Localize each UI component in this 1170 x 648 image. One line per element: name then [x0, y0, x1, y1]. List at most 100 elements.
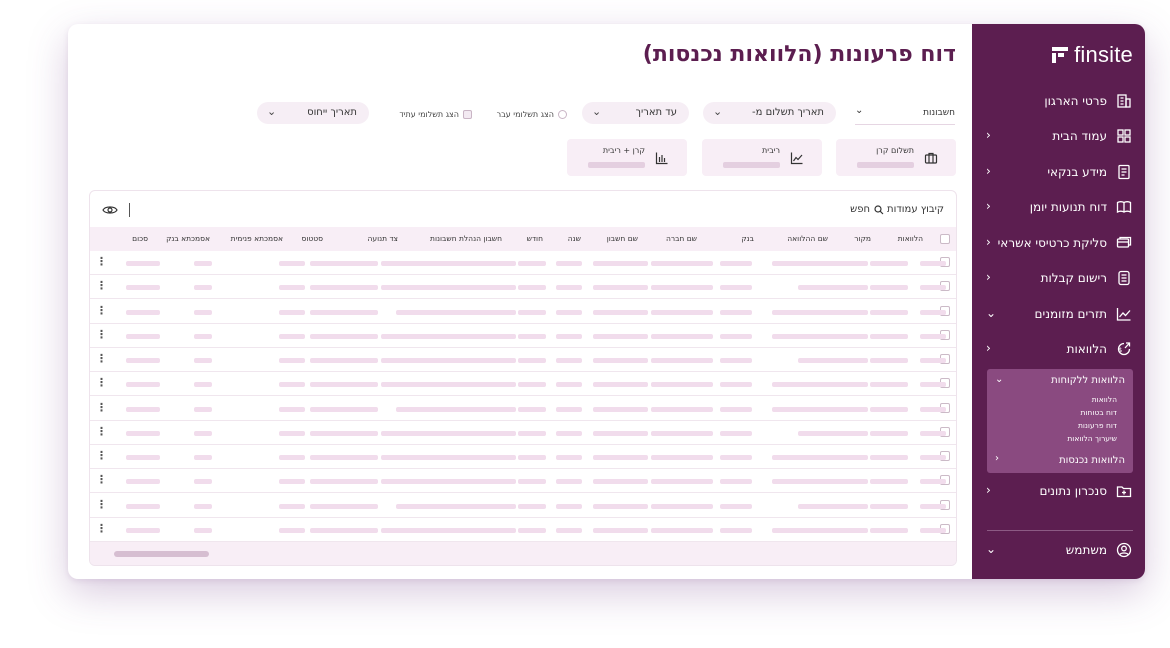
row-menu-icon[interactable]: ⋮	[96, 255, 107, 268]
search-button[interactable]: חפש	[850, 204, 884, 215]
cell-placeholder	[720, 479, 752, 485]
col-bank[interactable]: בנק	[741, 234, 754, 243]
cell-placeholder	[556, 430, 582, 436]
cell-placeholder	[593, 430, 648, 436]
row-menu-icon[interactable]: ⋮	[96, 498, 107, 511]
row-menu-icon[interactable]: ⋮	[96, 352, 107, 365]
sidebar-item-org-details[interactable]: פרטי הארגון	[972, 89, 1145, 113]
sidebar-item-home[interactable]: עמוד הבית ‹	[972, 124, 1145, 148]
table-row[interactable]: ⋮	[90, 348, 956, 372]
row-menu-icon[interactable]: ⋮	[96, 328, 107, 341]
col-loan-name[interactable]: שם ההלוואה	[787, 234, 828, 243]
cell-placeholder	[310, 503, 378, 509]
kpi-interest: ריבית	[702, 139, 822, 176]
row-menu-icon[interactable]: ⋮	[96, 376, 107, 389]
col-bookkeeping-account[interactable]: חשבון הנהלת חשבונות	[430, 234, 502, 243]
submenu-loans-to-customers[interactable]: הלוואות ללקוחות	[1051, 375, 1125, 386]
row-menu-icon[interactable]: ⋮	[96, 425, 107, 438]
row-menu-icon[interactable]: ⋮	[96, 449, 107, 462]
table-row[interactable]: ⋮	[90, 469, 956, 494]
group-columns-button[interactable]: קיבוץ עמודות	[887, 204, 944, 215]
cell-placeholder	[279, 261, 305, 266]
sidebar-item-cashflow[interactable]: תזרים מזומנים ⌄	[972, 302, 1145, 326]
cell-placeholder	[279, 358, 305, 363]
cell-placeholder	[518, 358, 546, 363]
cell-placeholder	[720, 430, 752, 436]
accounts-select[interactable]: חשבונות ⌄	[855, 103, 955, 125]
table-row[interactable]: ⋮	[90, 324, 956, 348]
sidebar-item-journal-report[interactable]: דוח תנועות יומן ‹	[972, 195, 1145, 219]
payment-date-from-select[interactable]: תאריך תשלום מ- ⌄	[703, 102, 836, 124]
cell-placeholder	[651, 455, 713, 460]
show-future-payments-checkbox[interactable]: הצג תשלומי עתיד	[399, 107, 472, 121]
table-row[interactable]: ⋮	[90, 518, 956, 542]
submenu-link-repayment-report[interactable]: דוח פרעונות	[1078, 421, 1117, 430]
row-menu-icon[interactable]: ⋮	[96, 473, 107, 486]
table-row[interactable]: ⋮	[90, 397, 956, 421]
table-row[interactable]: ⋮	[90, 300, 956, 324]
row-menu-icon[interactable]: ⋮	[96, 279, 107, 292]
cell-placeholder	[651, 285, 713, 291]
cell-placeholder	[920, 382, 946, 388]
cell-placeholder	[126, 358, 160, 363]
show-past-payments-toggle[interactable]: הצג תשלומי עבר	[497, 107, 567, 121]
app-window: finsite פרטי הארגון עמוד הבית ‹ מידע בנק…	[68, 24, 1145, 579]
cell-placeholder	[920, 430, 946, 436]
cell-placeholder	[126, 455, 160, 460]
horizontal-scrollbar[interactable]	[114, 551, 209, 557]
cell-placeholder	[381, 285, 516, 291]
cell-placeholder	[310, 527, 378, 533]
col-loans[interactable]: הלוואות	[898, 234, 923, 243]
row-menu-icon[interactable]: ⋮	[96, 304, 107, 317]
sidebar-item-card-clearing[interactable]: סליקת כרטיסי אשראי ‹	[972, 231, 1145, 255]
col-month[interactable]: חודש	[527, 234, 543, 243]
cell-placeholder	[279, 527, 305, 533]
col-status[interactable]: סטטוס	[301, 234, 323, 243]
cell-placeholder	[651, 309, 713, 315]
submenu-link-loan-valuation[interactable]: שיערוך הלוואות	[1067, 434, 1117, 443]
table-row[interactable]: ⋮	[90, 275, 956, 300]
cell-placeholder	[556, 309, 582, 315]
table-row[interactable]: ⋮	[90, 445, 956, 469]
cell-placeholder	[556, 406, 582, 412]
cell-placeholder	[381, 455, 516, 460]
to-date-select[interactable]: עד תאריך ⌄	[582, 102, 689, 124]
user-icon	[1115, 541, 1133, 559]
submenu-link-loans[interactable]: הלוואות	[1092, 395, 1117, 404]
table-row[interactable]: ⋮	[90, 421, 956, 445]
cell-placeholder	[126, 285, 160, 291]
cell-placeholder	[194, 261, 212, 266]
chevron-left-icon: ‹	[986, 483, 991, 497]
table-footer	[90, 542, 956, 565]
col-company-name[interactable]: שם חברה	[666, 234, 697, 243]
cell-placeholder	[518, 382, 546, 388]
kpi-value-placeholder	[857, 162, 914, 168]
row-menu-icon[interactable]: ⋮	[96, 401, 107, 414]
select-all-checkbox[interactable]	[940, 234, 950, 244]
building-icon	[1115, 92, 1133, 110]
col-source[interactable]: מקור	[854, 234, 871, 243]
col-internal-ref[interactable]: אסמכתא פנימית	[231, 234, 283, 243]
cell-placeholder	[194, 309, 212, 315]
row-menu-icon[interactable]: ⋮	[96, 522, 107, 535]
attribution-date-select[interactable]: תאריך ייחוס ⌄	[257, 102, 369, 124]
sidebar-item-loans[interactable]: $ הלוואות ‹	[972, 337, 1145, 361]
col-amount[interactable]: סכום	[132, 234, 148, 243]
sidebar-item-receipts[interactable]: רישום קבלות ‹	[972, 266, 1145, 290]
sidebar-item-data-sync[interactable]: סנכרון נתונים ‹	[972, 479, 1145, 503]
sidebar-item-user[interactable]: משתמש ⌄	[972, 538, 1145, 562]
col-account-name[interactable]: שם חשבון	[607, 234, 638, 243]
table-row[interactable]: ⋮	[90, 494, 956, 518]
sidebar-item-bank-info[interactable]: מידע בנקאי ‹	[972, 160, 1145, 184]
cell-placeholder	[194, 406, 212, 412]
eye-icon[interactable]	[102, 203, 118, 217]
col-year[interactable]: שנה	[568, 234, 581, 243]
col-transaction-side[interactable]: צד תנועה	[368, 234, 399, 243]
table-row[interactable]: ⋮	[90, 251, 956, 275]
submenu-incoming-loans[interactable]: הלוואות נכנסות	[1059, 455, 1125, 466]
col-bank-ref[interactable]: אסמכתא בנק	[166, 234, 210, 243]
table-row[interactable]: ⋮	[90, 372, 956, 397]
cell-placeholder	[518, 333, 546, 339]
cell-placeholder	[920, 309, 946, 315]
submenu-link-collateral-report[interactable]: דוח בטוחות	[1080, 408, 1117, 417]
